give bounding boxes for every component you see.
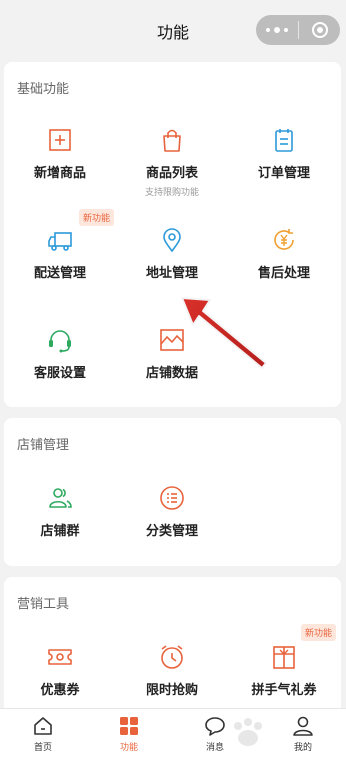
- product-list-item[interactable]: 商品列表 支持限购功能: [116, 127, 228, 198]
- grid-item-subtitle: 支持限购功能: [144, 187, 199, 197]
- grid-item-label: 店铺数据: [145, 365, 198, 380]
- flash-sale-item[interactable]: 限时抢购: [116, 644, 228, 698]
- coupon-icon: [48, 649, 72, 665]
- grid-item-label: 分类管理: [145, 523, 198, 538]
- headset-icon: [49, 330, 71, 353]
- grid-item-label: 店铺群: [40, 523, 80, 538]
- delivery-management-item[interactable]: 配送管理: [4, 227, 116, 281]
- shopping-bag-icon: [163, 129, 181, 152]
- new-feature-badge: 新功能: [301, 624, 337, 641]
- list-icon: [160, 486, 184, 510]
- store-group-item[interactable]: 店铺群: [4, 485, 116, 539]
- order-management-item[interactable]: 订单管理: [228, 127, 340, 181]
- more-menu-button[interactable]: [256, 15, 298, 45]
- mini-program-capsule: [256, 15, 340, 45]
- chart-icon: [160, 329, 184, 351]
- alarm-clock-icon: [161, 645, 183, 669]
- home-icon: [34, 717, 52, 735]
- grid-item-label: 商品列表: [145, 165, 198, 180]
- basic-functions-card: 基础功能 新增商品 商品列表 支持限购功能 订单管理 配送管理 新功能 地址管理…: [4, 62, 341, 407]
- close-mini-program-button[interactable]: [299, 15, 340, 45]
- refund-yen-icon: [274, 229, 294, 250]
- truck-icon: [48, 232, 72, 251]
- after-sales-item[interactable]: 售后处理: [228, 227, 340, 281]
- add-product-item[interactable]: 新增商品: [4, 127, 116, 181]
- new-feature-badge: 新功能: [79, 209, 115, 226]
- target-icon: [311, 22, 328, 38]
- section-title: 基础功能: [17, 81, 70, 96]
- grid-item-label: 限时抢购: [145, 682, 198, 697]
- marketing-tools-card: 营销工具 优惠券 限时抢购 拼手气礼券 新功能: [4, 577, 341, 717]
- grid-icon: [120, 717, 138, 735]
- grid-item-label: 客服设置: [33, 365, 86, 380]
- lucky-gift-coupon-item[interactable]: 拼手气礼券: [228, 644, 340, 698]
- watermark-logo: [234, 718, 262, 746]
- grid-item-label: 拼手气礼券: [251, 682, 317, 697]
- address-management-item[interactable]: 地址管理: [116, 227, 228, 281]
- grid-item-label: 订单管理: [257, 165, 310, 180]
- navigation-bar: 功能: [0, 0, 346, 60]
- clipboard-icon: [275, 129, 293, 152]
- tab-functions[interactable]: 功能: [86, 715, 172, 753]
- store-data-item[interactable]: 店铺数据: [116, 327, 228, 381]
- store-management-card: 店铺管理 店铺群 分类管理: [4, 418, 341, 566]
- category-management-item[interactable]: 分类管理: [116, 485, 228, 539]
- tab-label: 功能: [119, 742, 138, 752]
- add-icon: [49, 129, 71, 151]
- location-pin-icon: [163, 228, 181, 253]
- grid-item-label: 优惠券: [40, 682, 80, 697]
- customer-service-item[interactable]: 客服设置: [4, 327, 116, 381]
- grid-item-label: 售后处理: [257, 265, 310, 280]
- grid-item-label: 配送管理: [33, 265, 86, 280]
- grid-item-label: 新增商品: [33, 165, 86, 180]
- section-title: 店铺管理: [17, 437, 70, 452]
- grid-item-label: 地址管理: [145, 265, 198, 280]
- tab-label: 首页: [33, 742, 52, 752]
- gift-icon: [273, 646, 295, 669]
- tab-home[interactable]: 首页: [0, 715, 86, 753]
- coupon-item[interactable]: 优惠券: [4, 644, 116, 698]
- group-icon: [49, 488, 72, 508]
- chat-icon: [205, 717, 225, 736]
- section-title: 营销工具: [17, 596, 70, 611]
